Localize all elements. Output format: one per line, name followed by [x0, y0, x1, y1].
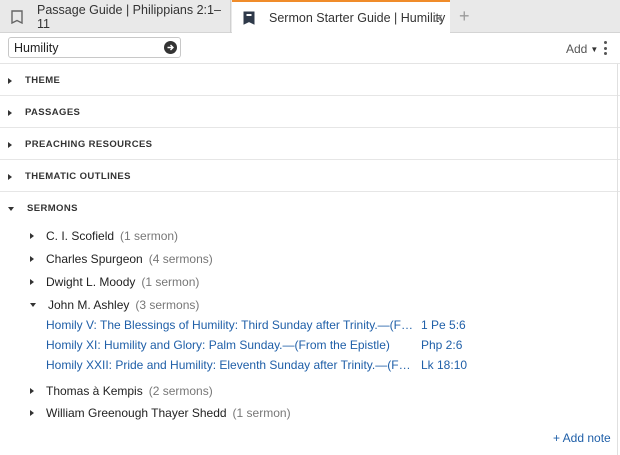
section-label: SERMONS [27, 203, 78, 214]
tab-sermon-starter-guide[interactable]: Sermon Starter Guide | Humility ✕ [232, 0, 450, 34]
author-row[interactable]: C. I. Scofield (1 sermon) [30, 229, 178, 243]
scripture-reference-link[interactable]: Lk 18:10 [421, 358, 467, 372]
tab-label: Sermon Starter Guide | Humility [269, 11, 446, 25]
section-label: PASSAGES [25, 107, 81, 118]
sermon-title-link[interactable]: Homily V: The Blessings of Humility: Thi… [46, 318, 414, 332]
author-row[interactable]: William Greenough Thayer Shedd (1 sermon… [30, 406, 291, 420]
sermon-title-link[interactable]: Homily XXII: Pride and Humility: Elevent… [46, 358, 414, 372]
add-note-button[interactable]: + Add note [553, 431, 611, 445]
guide-icon [243, 11, 255, 25]
scripture-reference-link[interactable]: Php 2:6 [421, 338, 462, 352]
author-name: Dwight L. Moody [46, 275, 136, 289]
section-label: PREACHING RESOURCES [25, 139, 153, 150]
author-row[interactable]: John M. Ashley (3 sermons) [30, 298, 199, 312]
tab-label: Passage Guide | Philippians 2:1–11 [37, 2, 221, 31]
go-arrow-icon[interactable] [164, 41, 177, 54]
collapse-triangle-icon [8, 206, 14, 211]
section-sermons[interactable]: SERMONS [0, 192, 620, 224]
search-input[interactable] [14, 40, 162, 56]
tab-bar: Passage Guide | Philippians 2:1–11 Sermo… [0, 0, 620, 34]
guide-icon [11, 9, 23, 24]
author-name: Thomas à Kempis [46, 384, 143, 398]
add-menu-button[interactable]: Add ▼ [566, 42, 598, 56]
expand-triangle-icon [30, 279, 34, 285]
sermon-count: (3 sermons) [135, 298, 200, 312]
expand-triangle-icon [30, 233, 34, 239]
expand-triangle-icon [30, 256, 34, 262]
author-row[interactable]: Dwight L. Moody (1 sermon) [30, 275, 199, 289]
sermon-count: (1 sermon) [141, 275, 200, 289]
author-name: John M. Ashley [48, 298, 130, 312]
expand-triangle-icon [30, 388, 34, 394]
expand-triangle-icon [8, 173, 12, 180]
sermon-count: (1 sermon) [232, 406, 291, 420]
collapse-triangle-icon [30, 303, 36, 307]
author-name: C. I. Scofield [46, 229, 115, 243]
close-icon[interactable]: ✕ [433, 11, 444, 27]
scripture-reference-link[interactable]: 1 Pe 5:6 [421, 318, 466, 332]
author-row[interactable]: Charles Spurgeon (4 sermons) [30, 252, 213, 266]
section-label: THEMATIC OUTLINES [25, 171, 131, 182]
author-name: William Greenough Thayer Shedd [46, 406, 227, 420]
new-tab-button[interactable]: + [459, 6, 470, 27]
caret-down-icon: ▼ [590, 44, 599, 54]
section-label: THEME [25, 75, 61, 86]
expand-triangle-icon [30, 410, 34, 416]
section-passages[interactable]: PASSAGES [0, 96, 620, 128]
section-theme[interactable]: THEME [0, 64, 620, 96]
toolbar: Add ▼ [0, 34, 620, 64]
tab-passage-guide[interactable]: Passage Guide | Philippians 2:1–11 [0, 0, 231, 33]
author-name: Charles Spurgeon [46, 252, 143, 266]
section-thematic-outlines[interactable]: THEMATIC OUTLINES [0, 160, 620, 192]
more-options-icon[interactable] [604, 41, 608, 55]
sermon-count: (1 sermon) [120, 229, 179, 243]
expand-triangle-icon [8, 109, 12, 116]
panel-border [617, 64, 618, 455]
author-row[interactable]: Thomas à Kempis (2 sermons) [30, 384, 213, 398]
sermon-count: (4 sermons) [148, 252, 213, 266]
sermon-count: (2 sermons) [148, 384, 213, 398]
section-preaching-resources[interactable]: PREACHING RESOURCES [0, 128, 620, 160]
add-label: Add [566, 42, 588, 56]
search-box [8, 37, 181, 58]
expand-triangle-icon [8, 77, 12, 84]
sermon-title-link[interactable]: Homily XI: Humility and Glory: Palm Sund… [46, 338, 414, 352]
expand-triangle-icon [8, 141, 12, 148]
